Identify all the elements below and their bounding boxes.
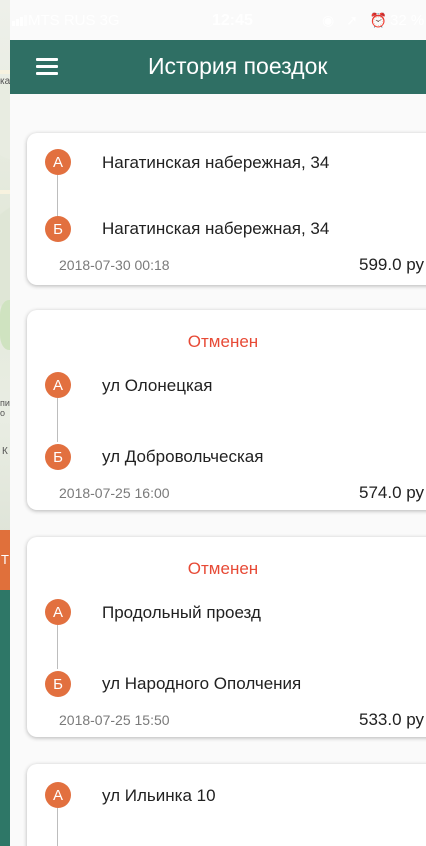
map-label: ка	[0, 76, 11, 87]
carrier-label: MTS RUS 3G	[28, 12, 120, 29]
origin-marker: А	[45, 372, 71, 398]
trip-date: 2018-07-25 15:50	[59, 712, 170, 728]
origin-address: Продольный проезд	[102, 603, 261, 622]
route-line	[57, 625, 58, 669]
destination-address: Нагатинская набережная, 34	[102, 219, 330, 238]
trip-card[interactable]: А Нагатинская набережная, 34 Б Нагатинск…	[27, 133, 426, 285]
trip-card[interactable]: Отменен А Продольный проезд Б ул Народно…	[27, 537, 426, 737]
origin-address: ул Олонецкая	[102, 376, 213, 395]
signal-strength-icon	[12, 15, 27, 26]
trip-date: 2018-07-30 00:18	[59, 257, 170, 273]
destination-marker: Б	[45, 216, 71, 242]
destination-marker: Б	[45, 444, 71, 470]
destination-address: ул Добровольческая	[102, 447, 264, 466]
route-line	[57, 808, 58, 846]
route-line	[57, 398, 58, 442]
status-icons: ◉ ➚ ⏰	[322, 12, 392, 28]
destination-marker: Б	[45, 671, 71, 697]
map-label: пи	[0, 398, 10, 408]
trip-list: А Нагатинская набережная, 34 Б Нагатинск…	[10, 0, 426, 846]
origin-address: Нагатинская набережная, 34	[102, 153, 330, 172]
status-cancelled: Отменен	[187, 332, 259, 351]
destination-address: ул Народного Ополчения	[102, 674, 302, 693]
map-label: К	[2, 446, 8, 457]
trip-history-screen: История поездок А Нагатинская набережная…	[10, 0, 426, 846]
origin-marker: А	[45, 149, 71, 175]
trip-date: 2018-07-25 16:00	[59, 485, 170, 501]
trip-price: 533.0 ру	[359, 710, 425, 729]
battery-level: 32 %	[390, 12, 425, 29]
trip-card[interactable]: А ул Ильинка 10	[27, 764, 426, 846]
status-bar: MTS RUS 3G 12:45 ◉ ➚ ⏰ 32 %	[0, 0, 426, 40]
origin-address: ул Ильинка 10	[102, 786, 216, 805]
origin-marker: А	[45, 782, 71, 808]
map-label: о	[0, 408, 6, 418]
trip-price: 574.0 ру	[359, 483, 425, 502]
trip-price: 599.0 ру	[359, 255, 425, 274]
trip-card[interactable]: Отменен А ул Олонецкая Б ул Добровольчес…	[27, 310, 426, 510]
status-cancelled: Отменен	[187, 559, 259, 578]
clock: 12:45	[212, 12, 253, 29]
route-line	[57, 175, 58, 219]
origin-marker: А	[45, 599, 71, 625]
